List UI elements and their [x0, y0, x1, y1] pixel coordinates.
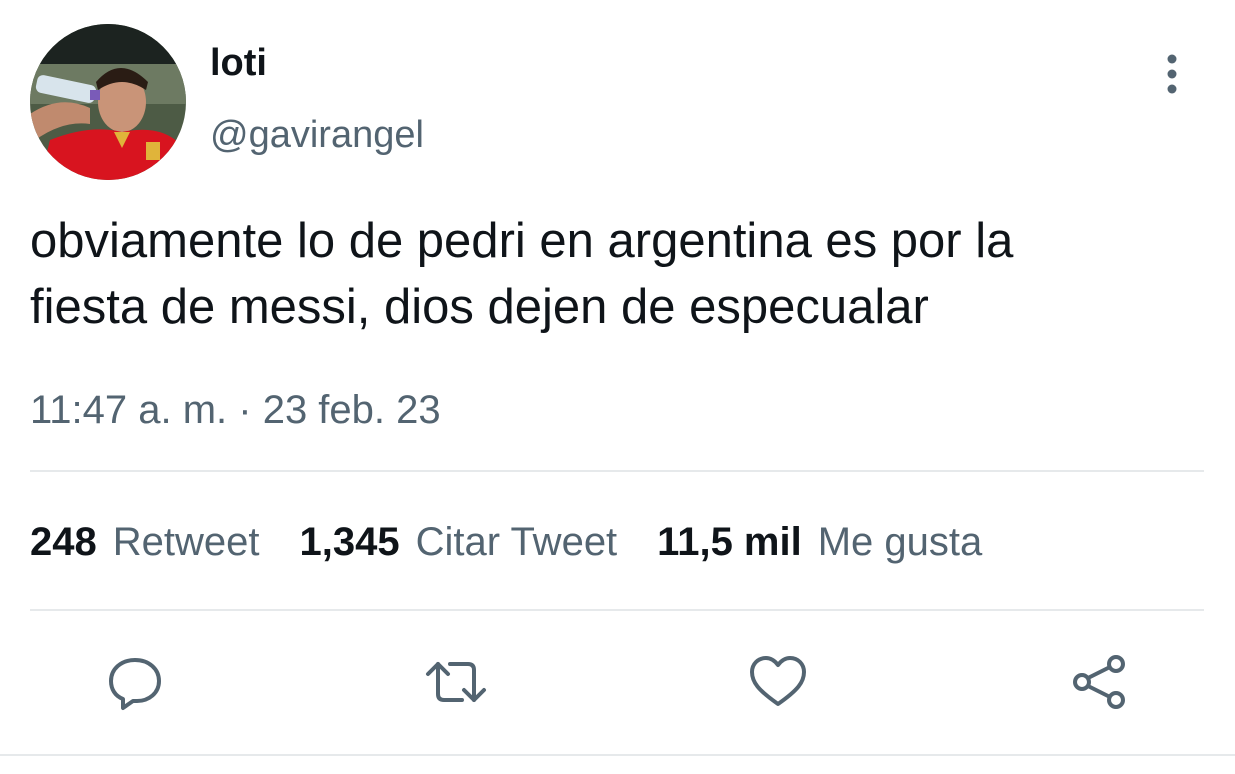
divider	[30, 470, 1204, 472]
quotes-label: Citar Tweet	[415, 520, 618, 564]
heart-icon	[750, 656, 806, 706]
like-button[interactable]	[746, 650, 810, 714]
retweets-count: 248	[30, 520, 97, 564]
divider	[30, 609, 1204, 611]
share-button[interactable]	[1068, 650, 1132, 714]
avatar-image	[30, 24, 186, 180]
user-handle[interactable]: @gavirangel	[210, 112, 424, 158]
retweet-icon	[426, 662, 486, 702]
quotes-count: 1,345	[299, 520, 400, 564]
avatar[interactable]	[30, 24, 186, 180]
tweet-stats: 248 Retweet 1,345 Citar Tweet 11,5 mil M…	[30, 516, 982, 568]
share-icon	[1073, 655, 1125, 709]
tweet-text-line: ﬁesta de messi, dios dejen de especualar	[30, 280, 929, 334]
quotes-stat[interactable]: 1,345 Citar Tweet	[300, 516, 618, 568]
retweet-button[interactable]	[424, 650, 488, 714]
tweet-text: obviamente lo de pedri en argentina es p…	[30, 208, 1225, 340]
likes-label: Me gusta	[817, 520, 983, 564]
reply-icon	[109, 658, 161, 710]
retweets-stat[interactable]: 248 Retweet	[30, 516, 260, 568]
more-vertical-icon	[1167, 54, 1177, 94]
display-name[interactable]: loti	[210, 40, 267, 86]
reply-button[interactable]	[103, 650, 167, 714]
more-options-button[interactable]	[1150, 50, 1194, 100]
tweet-timestamp[interactable]: 11:47 a. m. · 23 feb. 23	[30, 386, 441, 434]
tweet-text-line: obviamente lo de pedri en argentina es p…	[30, 214, 1014, 268]
likes-stat[interactable]: 11,5 mil Me gusta	[657, 516, 982, 568]
retweets-label: Retweet	[112, 520, 260, 564]
divider	[0, 754, 1235, 756]
likes-count: 11,5 mil	[657, 520, 802, 564]
